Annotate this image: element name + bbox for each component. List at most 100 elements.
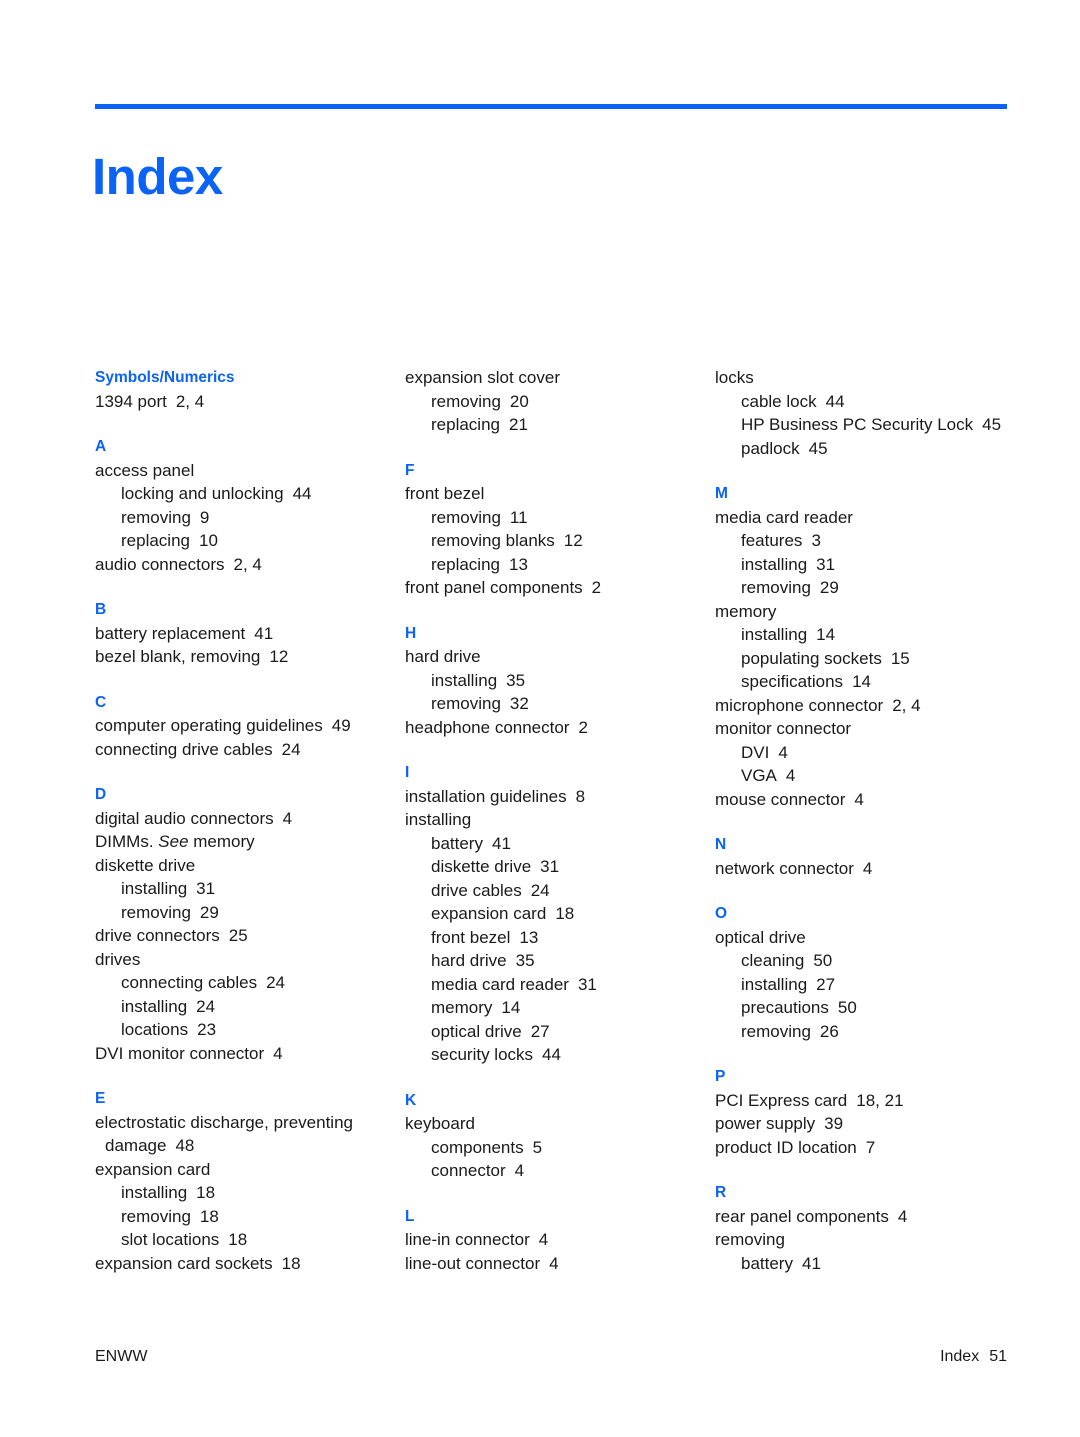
- page-reference[interactable]: 14: [852, 672, 871, 691]
- page-reference[interactable]: 31: [196, 879, 215, 898]
- page-reference[interactable]: 2, 4: [176, 392, 204, 411]
- index-subentry[interactable]: precautions 50: [715, 996, 1025, 1020]
- page-reference[interactable]: 29: [820, 578, 839, 597]
- index-subentry[interactable]: HP Business PC Security Lock 45: [715, 413, 1025, 437]
- index-subentry[interactable]: locking and unlocking 44: [95, 482, 405, 506]
- index-subentry[interactable]: connector 4: [405, 1159, 715, 1183]
- page-reference[interactable]: 23: [197, 1020, 216, 1039]
- index-entry[interactable]: PCI Express card 18, 21: [715, 1089, 1025, 1113]
- index-entry[interactable]: electrostatic discharge, preventing dama…: [95, 1111, 405, 1158]
- index-entry[interactable]: bezel blank, removing 12: [95, 645, 405, 669]
- page-reference[interactable]: 11: [510, 508, 528, 527]
- index-entry[interactable]: front panel components 2: [405, 576, 715, 600]
- index-entry[interactable]: front bezel: [405, 482, 715, 506]
- page-reference[interactable]: 24: [282, 740, 301, 759]
- index-subentry[interactable]: slot locations 18: [95, 1228, 405, 1252]
- page-reference[interactable]: 18, 21: [856, 1091, 903, 1110]
- page-reference[interactable]: 12: [564, 531, 583, 550]
- index-subentry[interactable]: features 3: [715, 529, 1025, 553]
- page-reference[interactable]: 15: [891, 649, 910, 668]
- index-subentry[interactable]: installing 35: [405, 669, 715, 693]
- page-reference[interactable]: 44: [293, 484, 312, 503]
- index-entry[interactable]: drive connectors 25: [95, 924, 405, 948]
- index-subentry[interactable]: replacing 10: [95, 529, 405, 553]
- index-entry[interactable]: installing: [405, 808, 715, 832]
- index-entry[interactable]: removing: [715, 1228, 1025, 1252]
- index-subentry[interactable]: battery 41: [405, 832, 715, 856]
- page-reference[interactable]: 2: [578, 718, 587, 737]
- page-reference[interactable]: 18: [282, 1254, 301, 1273]
- page-reference[interactable]: 3: [811, 531, 820, 550]
- index-subentry[interactable]: installing 14: [715, 623, 1025, 647]
- index-entry[interactable]: installation guidelines 8: [405, 785, 715, 809]
- page-reference[interactable]: 10: [199, 531, 218, 550]
- page-reference[interactable]: 4: [549, 1254, 558, 1273]
- index-subentry[interactable]: front bezel 13: [405, 926, 715, 950]
- page-reference[interactable]: 50: [838, 998, 857, 1017]
- page-reference[interactable]: 48: [175, 1136, 194, 1155]
- index-entry[interactable]: digital audio connectors 4: [95, 807, 405, 831]
- page-reference[interactable]: 8: [576, 787, 585, 806]
- page-reference[interactable]: 49: [332, 716, 351, 735]
- index-entry[interactable]: expansion card sockets 18: [95, 1252, 405, 1276]
- index-entry[interactable]: keyboard: [405, 1112, 715, 1136]
- index-subentry[interactable]: diskette drive 31: [405, 855, 715, 879]
- page-reference[interactable]: 2: [592, 578, 601, 597]
- index-entry[interactable]: expansion slot cover: [405, 366, 715, 390]
- index-subentry[interactable]: cleaning 50: [715, 949, 1025, 973]
- index-entry[interactable]: computer operating guidelines 49: [95, 714, 405, 738]
- index-entry[interactable]: 1394 port 2, 4: [95, 390, 405, 414]
- index-subentry[interactable]: VGA 4: [715, 764, 1025, 788]
- page-reference[interactable]: 4: [515, 1161, 524, 1180]
- index-subentry[interactable]: populating sockets 15: [715, 647, 1025, 671]
- page-reference[interactable]: 5: [533, 1138, 542, 1157]
- page-reference[interactable]: 25: [229, 926, 248, 945]
- index-subentry[interactable]: connecting cables 24: [95, 971, 405, 995]
- index-subentry[interactable]: removing 18: [95, 1205, 405, 1229]
- index-entry[interactable]: line-in connector 4: [405, 1228, 715, 1252]
- index-entry[interactable]: audio connectors 2, 4: [95, 553, 405, 577]
- page-reference[interactable]: 12: [269, 647, 288, 666]
- page-reference[interactable]: 50: [813, 951, 832, 970]
- page-reference[interactable]: 18: [555, 904, 574, 923]
- index-subentry[interactable]: optical drive 27: [405, 1020, 715, 1044]
- index-subentry[interactable]: removing 29: [95, 901, 405, 925]
- index-subentry[interactable]: removing 29: [715, 576, 1025, 600]
- index-subentry[interactable]: padlock 45: [715, 437, 1025, 461]
- page-reference[interactable]: 14: [816, 625, 835, 644]
- page-reference[interactable]: 4: [273, 1044, 282, 1063]
- page-reference[interactable]: 21: [509, 415, 528, 434]
- index-subentry[interactable]: security locks 44: [405, 1043, 715, 1067]
- page-reference[interactable]: 4: [539, 1230, 548, 1249]
- page-reference[interactable]: 27: [531, 1022, 550, 1041]
- index-entry[interactable]: hard drive: [405, 645, 715, 669]
- page-reference[interactable]: 13: [519, 928, 538, 947]
- page-reference[interactable]: 44: [826, 392, 845, 411]
- page-reference[interactable]: 31: [540, 857, 559, 876]
- page-reference[interactable]: 2, 4: [233, 555, 261, 574]
- index-entry[interactable]: drives: [95, 948, 405, 972]
- page-reference[interactable]: 31: [816, 555, 835, 574]
- page-reference[interactable]: 27: [816, 975, 835, 994]
- page-reference[interactable]: 39: [824, 1114, 843, 1133]
- page-reference[interactable]: 45: [809, 439, 828, 458]
- index-entry[interactable]: rear panel components 4: [715, 1205, 1025, 1229]
- index-subentry[interactable]: replacing 13: [405, 553, 715, 577]
- page-reference[interactable]: 7: [866, 1138, 875, 1157]
- index-subentry[interactable]: hard drive 35: [405, 949, 715, 973]
- page-reference[interactable]: 4: [283, 809, 292, 828]
- index-subentry[interactable]: battery 41: [715, 1252, 1025, 1276]
- index-subentry[interactable]: removing 26: [715, 1020, 1025, 1044]
- index-entry[interactable]: DVI monitor connector 4: [95, 1042, 405, 1066]
- page-reference[interactable]: 14: [501, 998, 520, 1017]
- page-reference[interactable]: 41: [254, 624, 273, 643]
- page-reference[interactable]: 29: [200, 903, 219, 922]
- page-reference[interactable]: 35: [506, 671, 525, 690]
- index-entry[interactable]: access panel: [95, 459, 405, 483]
- index-subentry[interactable]: memory 14: [405, 996, 715, 1020]
- page-reference[interactable]: 35: [516, 951, 535, 970]
- index-entry[interactable]: headphone connector 2: [405, 716, 715, 740]
- index-entry[interactable]: microphone connector 2, 4: [715, 694, 1025, 718]
- page-reference[interactable]: 9: [200, 508, 209, 527]
- index-subentry[interactable]: removing 32: [405, 692, 715, 716]
